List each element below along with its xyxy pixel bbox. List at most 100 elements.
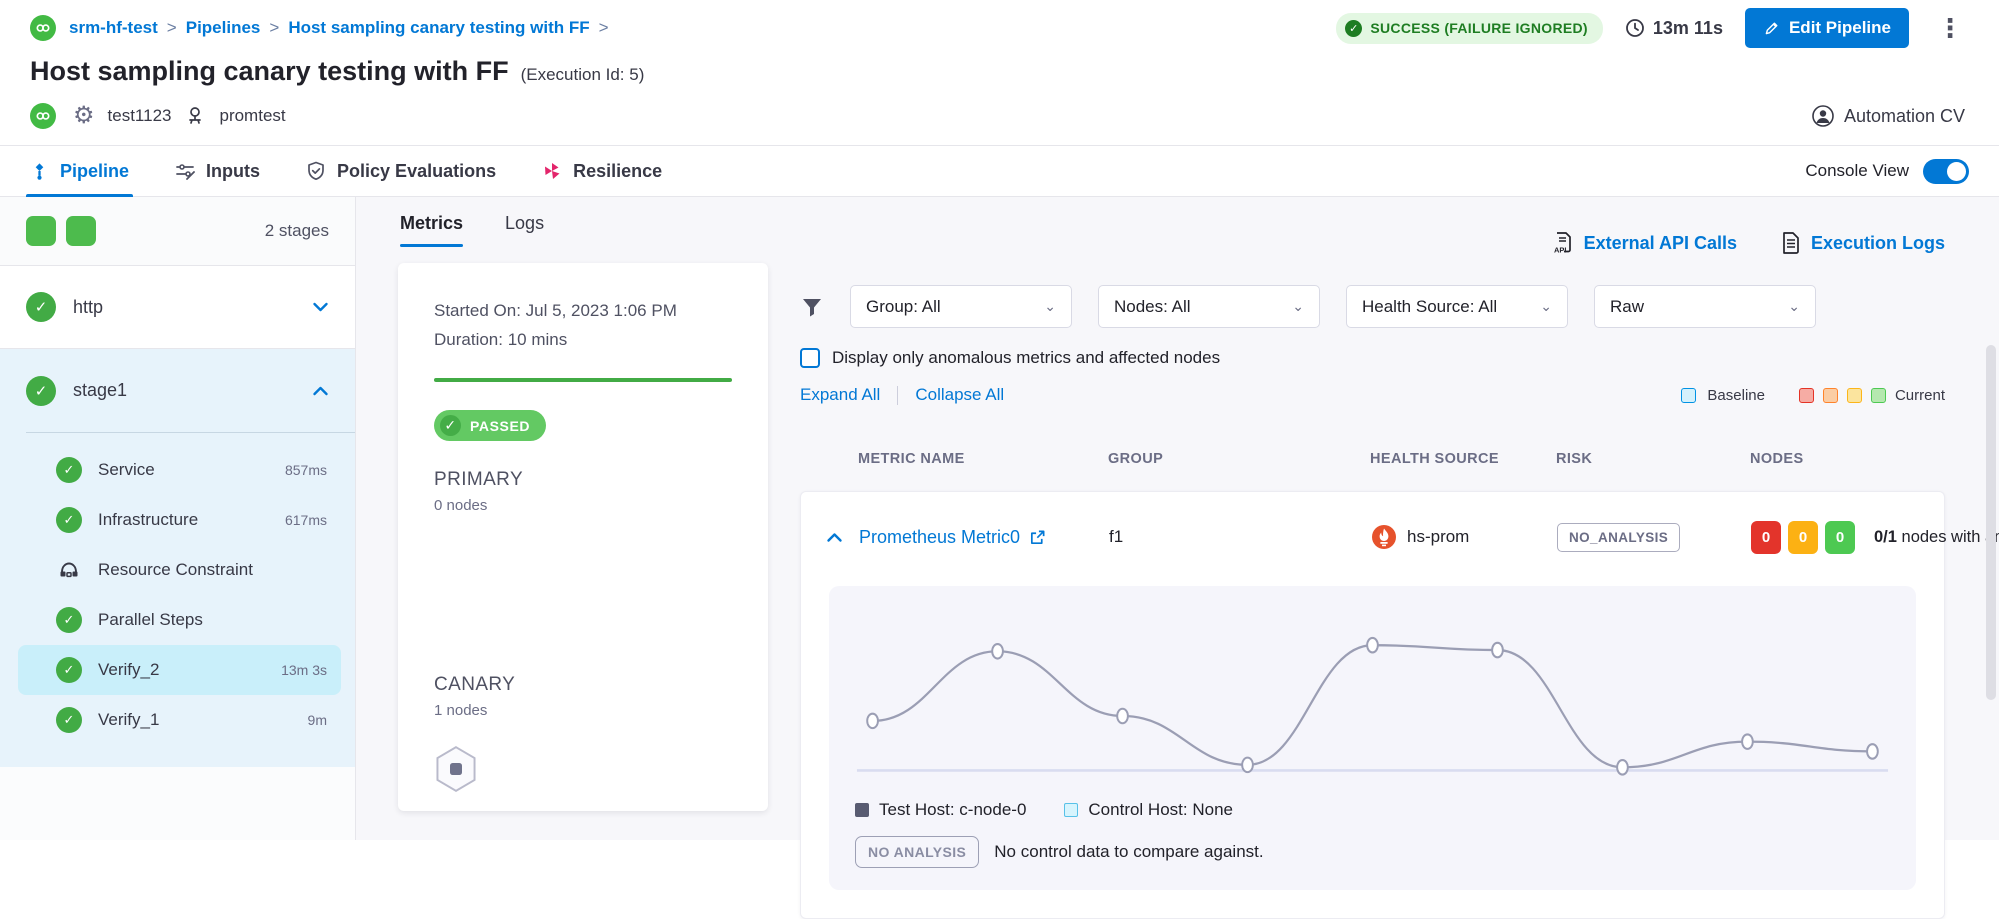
metric-timeseries-chart	[855, 610, 1890, 788]
breadcrumb-pipelines[interactable]: Pipelines	[186, 18, 261, 38]
step-row-verify-2[interactable]: ✓ Verify_2 13m 3s	[18, 645, 341, 695]
stage-row-http[interactable]: ✓ http	[0, 266, 355, 349]
header-actions: ✓ SUCCESS (FAILURE IGNORED) 13m 11s Edit…	[1336, 8, 1969, 48]
step-label: Verify_2	[98, 660, 159, 680]
collapse-all-link[interactable]: Collapse All	[915, 385, 1004, 405]
stage-name: http	[73, 297, 103, 318]
step-label: Service	[98, 460, 155, 480]
stage-row-stage1[interactable]: ✓ stage1	[0, 349, 355, 432]
nodes-cell: 0 0 0 0/1 nodes with anomalous metric	[1751, 521, 1999, 554]
green-node-count: 0	[1825, 521, 1855, 554]
status-badge: ✓ SUCCESS (FAILURE IGNORED)	[1336, 13, 1603, 44]
stage-status-square	[66, 216, 96, 246]
control-host-swatch	[1064, 803, 1078, 817]
inputs-icon	[175, 161, 195, 181]
canary-node-hexagon[interactable]	[434, 745, 732, 798]
no-analysis-badge: NO ANALYSIS	[855, 836, 979, 868]
pipeline-icon	[30, 162, 49, 181]
tab-resilience[interactable]: Resilience	[542, 146, 662, 196]
external-link-icon	[1029, 529, 1046, 546]
tab-metrics[interactable]: Metrics	[400, 213, 463, 247]
step-row-verify-1[interactable]: ✓ Verify_1 9m	[18, 695, 341, 745]
chevron-down-icon[interactable]	[312, 301, 329, 313]
breadcrumb-row: srm-hf-test > Pipelines > Host sampling …	[0, 0, 1999, 44]
tab-logs[interactable]: Logs	[505, 213, 544, 247]
nodes-filter-dropdown[interactable]: Nodes: All⌄	[1098, 285, 1320, 328]
primary-node-count: 0 nodes	[434, 497, 732, 514]
current-red-swatch	[1799, 388, 1814, 403]
step-label: Infrastructure	[98, 510, 198, 530]
elapsed-time: 13m 11s	[1625, 18, 1723, 39]
metrics-panel: API External API Calls Execution Logs Gr…	[790, 197, 1999, 840]
started-on: Started On: Jul 5, 2023 1:06 PM	[434, 296, 732, 325]
execution-id: (Execution Id: 5)	[521, 65, 645, 85]
breadcrumb-pipeline-name[interactable]: Host sampling canary testing with FF	[288, 18, 589, 38]
console-view-control: Console View	[1805, 146, 1969, 196]
red-node-count: 0	[1751, 521, 1781, 554]
steps-list: ✓ Service 857ms ✓ Infrastructure 617ms R…	[0, 433, 355, 745]
expand-all-link[interactable]: Expand All	[800, 385, 880, 405]
success-check-icon: ✓	[56, 507, 82, 533]
main-content: 2 stages ✓ http ✓ stage1	[0, 197, 1999, 840]
environment-name: promtest	[219, 106, 285, 126]
baseline-legend-swatch	[1681, 388, 1696, 403]
breadcrumb-project[interactable]: srm-hf-test	[69, 18, 158, 38]
col-group: GROUP	[1108, 451, 1370, 467]
health-source-filter-dropdown[interactable]: Health Source: All⌄	[1346, 285, 1568, 328]
primary-label: PRIMARY	[434, 469, 732, 491]
metric-name-link[interactable]: Prometheus Metric0	[859, 527, 1109, 548]
meta-row: ⚙ test1123 promtest Automation CV	[0, 87, 1999, 145]
test-host-legend: Test Host: c-node-0	[855, 800, 1026, 820]
check-circle-icon: ✓	[440, 415, 461, 436]
breadcrumb-separator: >	[599, 18, 609, 38]
edit-pipeline-button[interactable]: Edit Pipeline	[1745, 8, 1909, 48]
step-label: Resource Constraint	[98, 560, 253, 580]
col-metric-name: METRIC NAME	[858, 451, 1108, 467]
meta-right: Automation CV	[1812, 105, 1965, 127]
triggered-by-user: Automation CV	[1844, 106, 1965, 127]
document-icon	[1781, 231, 1801, 255]
stage-status-square	[26, 216, 56, 246]
resilience-icon	[542, 161, 562, 181]
step-row-resource-constraint[interactable]: Resource Constraint	[18, 545, 341, 595]
pipeline-status-icon	[30, 103, 56, 129]
progress-bar	[434, 378, 732, 382]
svg-text:API: API	[1554, 246, 1567, 255]
duration: Duration: 10 mins	[434, 325, 732, 354]
orange-node-count: 0	[1788, 521, 1818, 554]
control-host-legend: Control Host: None	[1064, 800, 1233, 820]
tab-inputs[interactable]: Inputs	[175, 146, 260, 196]
filters-row: Group: All⌄ Nodes: All⌄ Health Source: A…	[800, 285, 1945, 328]
passed-badge: ✓ PASSED	[434, 410, 546, 441]
collapse-row-chevron-icon[interactable]	[801, 532, 859, 543]
no-analysis-row: NO ANALYSIS No control data to compare a…	[855, 836, 1890, 868]
step-row-service[interactable]: ✓ Service 857ms	[18, 445, 341, 495]
group-filter-dropdown[interactable]: Group: All⌄	[850, 285, 1072, 328]
tab-pipeline[interactable]: Pipeline	[30, 146, 129, 196]
data-mode-dropdown[interactable]: Raw⌄	[1594, 285, 1816, 328]
verify-summary-panel: Metrics Logs Started On: Jul 5, 2023 1:0…	[356, 197, 790, 840]
scrollbar-thumb[interactable]	[1986, 345, 1996, 700]
chevron-down-icon: ⌄	[1540, 298, 1552, 315]
console-view-toggle[interactable]	[1923, 159, 1969, 184]
chevron-up-icon[interactable]	[312, 385, 329, 397]
no-analysis-message: No control data to compare against.	[994, 842, 1263, 862]
current-yellow-swatch	[1847, 388, 1862, 403]
current-legend-label: Current	[1895, 387, 1945, 404]
step-row-parallel-steps[interactable]: ✓ Parallel Steps	[18, 595, 341, 645]
external-api-calls-link[interactable]: API External API Calls	[1552, 231, 1737, 255]
success-check-icon: ✓	[26, 376, 56, 406]
filter-icon	[800, 295, 824, 319]
execution-logs-link[interactable]: Execution Logs	[1781, 231, 1945, 255]
kebab-menu-icon[interactable]: ⋮	[1931, 21, 1969, 35]
tab-policy-evaluations[interactable]: Policy Evaluations	[306, 146, 496, 196]
health-source-name: hs-prom	[1407, 527, 1469, 547]
anomalous-only-checkbox[interactable]	[800, 348, 820, 368]
step-row-infrastructure[interactable]: ✓ Infrastructure 617ms	[18, 495, 341, 545]
meta-left: ⚙ test1123 promtest	[30, 103, 286, 129]
gear-icon: ⚙	[73, 105, 95, 127]
prometheus-icon	[1371, 524, 1397, 550]
console-view-label: Console View	[1805, 161, 1909, 181]
success-check-icon: ✓	[26, 292, 56, 322]
shield-check-icon	[306, 161, 326, 181]
